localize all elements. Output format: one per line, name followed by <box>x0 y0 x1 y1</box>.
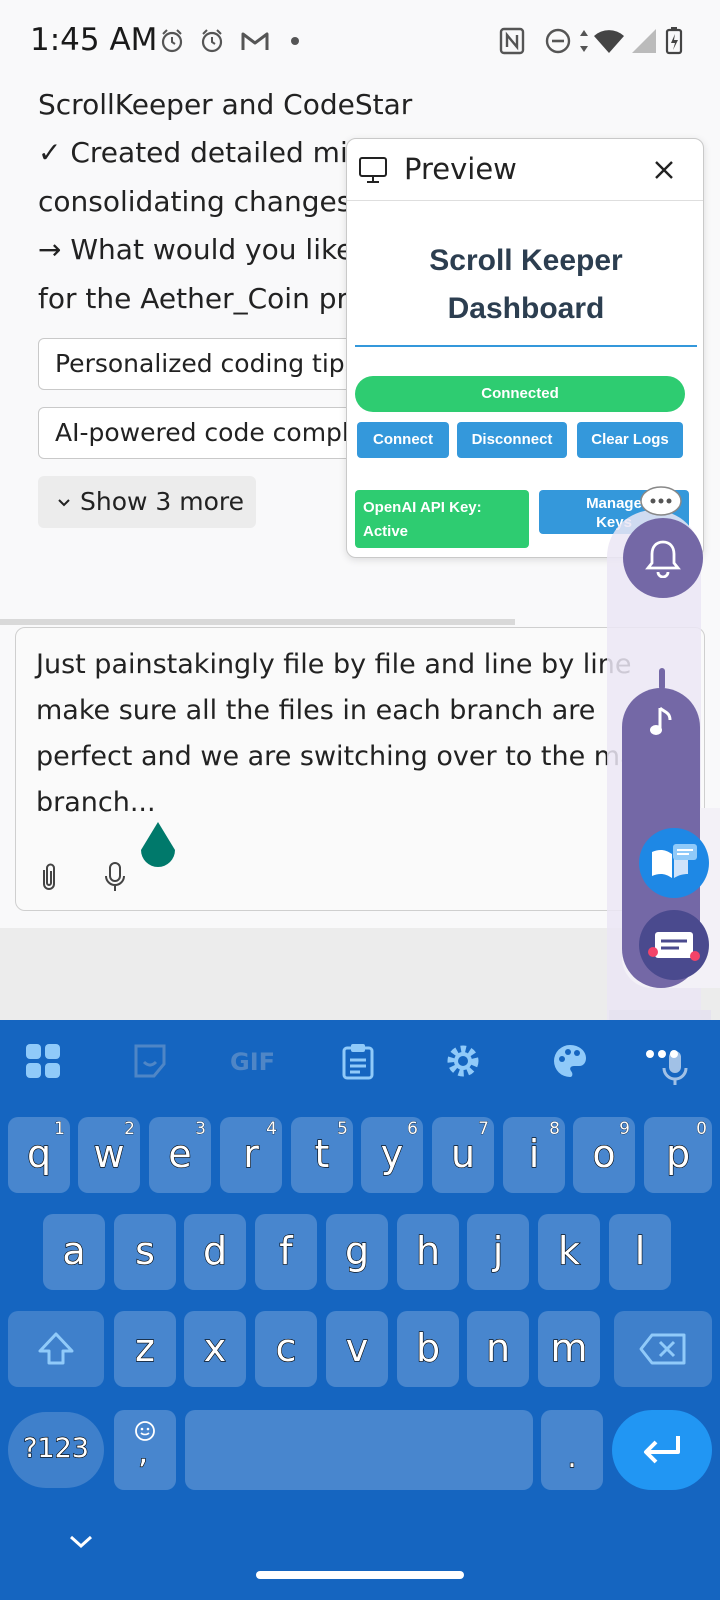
alarm-icon <box>201 29 223 53</box>
connection-status-badge: Connected <box>355 376 685 412</box>
suggestion-chip[interactable]: AI-powered code comple <box>38 407 358 459</box>
space-key[interactable] <box>185 1410 533 1490</box>
period-key[interactable]: . <box>541 1410 603 1490</box>
status-time: 1:45 AM <box>30 22 158 58</box>
connect-button[interactable]: Connect <box>357 422 449 458</box>
key-g[interactable]: g <box>326 1214 388 1290</box>
status-bar: 1:45 AM <box>0 0 720 86</box>
key-p[interactable]: p0 <box>644 1117 712 1193</box>
key-s[interactable]: s <box>114 1214 176 1290</box>
close-icon[interactable] <box>651 157 677 183</box>
dashboard-title: Scroll Keeper Dashboard <box>347 237 703 333</box>
chevron-down-icon <box>58 499 70 507</box>
key-a[interactable]: a <box>43 1214 105 1290</box>
comma-emoji-key[interactable]: , <box>114 1410 176 1490</box>
key-c[interactable]: c <box>255 1311 317 1387</box>
enter-key[interactable] <box>612 1410 712 1490</box>
key-h[interactable]: h <box>397 1214 459 1290</box>
notification-bubble[interactable] <box>623 518 703 598</box>
chat-line: → What would you like <box>38 233 354 266</box>
message-input[interactable]: Just painstakingly file by file and line… <box>36 642 686 826</box>
api-key-status-value: Active <box>363 523 409 540</box>
clear-logs-button[interactable]: Clear Logs <box>577 422 683 458</box>
key-e[interactable]: e3 <box>149 1117 211 1193</box>
preview-title: Preview <box>404 152 517 186</box>
keyboard: GIF q1 w2 e3 r4 t5 y6 u7 i8 o9 p0 a s d … <box>0 1020 720 1600</box>
gmail-icon <box>241 32 269 50</box>
microphone-icon[interactable] <box>102 860 128 894</box>
dashboard-title-line: Scroll Keeper <box>429 244 623 277</box>
book-chat-icon <box>652 844 697 878</box>
alarm-icon <box>161 29 183 53</box>
key-u[interactable]: u7 <box>432 1117 494 1193</box>
key-k[interactable]: k <box>538 1214 600 1290</box>
shift-key[interactable] <box>8 1311 104 1387</box>
key-w[interactable]: w2 <box>78 1117 140 1193</box>
divider <box>0 619 515 625</box>
key-f[interactable]: f <box>255 1214 317 1290</box>
chat-line: for the Aether_Coin pr <box>38 282 348 315</box>
key-i[interactable]: i8 <box>503 1117 565 1193</box>
symbols-key[interactable]: ?123 <box>8 1412 104 1488</box>
show-more-label: Show 3 more <box>80 487 245 516</box>
subtitle-bubble[interactable] <box>639 910 709 980</box>
data-transfer-icon <box>580 30 588 52</box>
voice-input-icon[interactable] <box>660 1048 690 1088</box>
key-q[interactable]: q1 <box>8 1117 70 1193</box>
disconnect-button[interactable]: Disconnect <box>457 422 567 458</box>
key-y[interactable]: y6 <box>361 1117 423 1193</box>
dashboard-divider <box>355 345 697 347</box>
key-t[interactable]: t5 <box>291 1117 353 1193</box>
api-key-status-label: OpenAI API Key: <box>363 499 482 516</box>
key-m[interactable]: m <box>538 1311 600 1387</box>
show-more-button[interactable]: Show 3 more <box>38 476 256 528</box>
music-note-icon[interactable] <box>648 704 676 740</box>
message-input-box[interactable]: Just painstakingly file by file and line… <box>15 627 705 911</box>
key-o[interactable]: o9 <box>573 1117 635 1193</box>
key-d[interactable]: d <box>184 1214 246 1290</box>
key-r[interactable]: r4 <box>220 1117 282 1193</box>
battery-charging-icon <box>665 27 683 55</box>
chat-line: consolidating changes <box>38 185 352 218</box>
key-l[interactable]: l <box>609 1214 671 1290</box>
notification-dot-icon <box>291 37 299 45</box>
gesture-nav-handle[interactable] <box>256 1571 464 1579</box>
apps-icon[interactable] <box>24 1042 62 1080</box>
screen: 1:45 AM ScrollKeeper and CodeStar ✓ Crea… <box>0 0 720 1600</box>
key-x[interactable]: x <box>184 1311 246 1387</box>
suggestion-chip[interactable]: Personalized coding tips <box>38 338 358 390</box>
nfc-icon <box>499 27 525 55</box>
key-j[interactable]: j <box>467 1214 529 1290</box>
preview-header: Preview <box>347 139 703 201</box>
backspace-icon <box>639 1333 686 1365</box>
palette-icon[interactable] <box>551 1042 589 1080</box>
key-v[interactable]: v <box>326 1311 388 1387</box>
hide-keyboard-icon[interactable] <box>68 1533 94 1551</box>
settings-icon[interactable] <box>444 1042 482 1080</box>
backspace-key[interactable] <box>614 1311 712 1387</box>
key-z[interactable]: z <box>114 1311 176 1387</box>
cellular-signal-icon <box>632 29 656 53</box>
monitor-icon <box>359 157 387 183</box>
floating-handle[interactable] <box>659 668 665 690</box>
dashboard-title-line: Dashboard <box>447 292 605 325</box>
do-not-disturb-icon <box>545 28 571 54</box>
attach-icon[interactable] <box>36 860 62 894</box>
clipboard-icon[interactable] <box>340 1042 376 1080</box>
api-key-status: OpenAI API Key: Active <box>355 490 529 548</box>
sticker-icon[interactable] <box>132 1042 168 1080</box>
enter-icon <box>644 1436 680 1464</box>
chat-line: ✓ Created detailed mi <box>38 136 348 169</box>
chat-bubble-icon[interactable] <box>638 484 684 522</box>
subtitle-icon <box>648 932 700 961</box>
wifi-icon <box>594 30 624 53</box>
chat-line: ScrollKeeper and CodeStar <box>38 88 413 121</box>
key-b[interactable]: b <box>397 1311 459 1387</box>
reader-bubble[interactable] <box>639 828 709 898</box>
key-n[interactable]: n <box>467 1311 529 1387</box>
cursor-handle-icon[interactable] <box>137 820 179 872</box>
shift-icon <box>38 1332 74 1365</box>
gif-icon[interactable]: GIF <box>230 1048 275 1076</box>
bell-icon <box>645 540 681 578</box>
